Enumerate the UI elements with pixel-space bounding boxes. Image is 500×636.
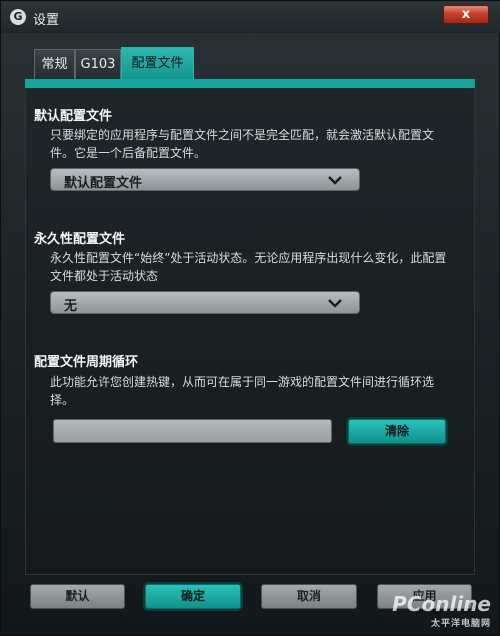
default-profile-title: 默认配置文件 [34,109,113,124]
persistent-profile-description: 永久性配置文件“始终”处于活动状态。无论应用程序出现什么变化，此配置文件都处于活… [50,251,447,283]
chevron-down-icon [328,299,342,308]
profile-cycle-description: 此功能允许您创建热键，从而可在属于同一游戏的配置文件间进行循环选择。 [50,375,435,407]
default-button[interactable]: 默认 [30,584,125,609]
watermark-subtitle: 太平洋电脑网 [430,619,491,629]
persistent-profile-title: 永久性配置文件 [34,232,126,247]
settings-window: G 设置 x 常规 G103 配置文件 默认配置文件 只要绑定的应用程序与配置文… [0,0,500,636]
close-button[interactable]: x [443,5,489,24]
ok-button[interactable]: 确定 [145,584,241,609]
profile-cycle-title: 配置文件周期循环 [34,355,139,370]
default-profile-selected: 默认配置文件 [64,176,143,191]
pconline-watermark: PConline 太平洋电脑网 [392,592,491,629]
logitech-logo-icon: G [10,9,26,25]
window-title: 设置 [33,13,60,28]
tab-profiles[interactable]: 配置文件 [121,47,194,79]
watermark-logo: PConline [392,592,491,616]
tab-accent-bar [25,79,475,88]
persistent-profile-dropdown[interactable]: 无 [50,291,360,314]
chevron-down-icon [328,176,342,185]
default-profile-dropdown[interactable]: 默认配置文件 [50,168,360,191]
tab-general[interactable]: 常规 [34,49,75,79]
clear-button[interactable]: 清除 [348,419,446,444]
tab-g103[interactable]: G103 [75,49,121,79]
cancel-button[interactable]: 取消 [261,584,357,609]
persistent-profile-selected: 无 [64,299,78,314]
hotkey-input[interactable] [53,419,332,443]
title-bar: G 设置 x [1,1,500,33]
default-profile-description: 只要绑定的应用程序与配置文件之间不是完全匹配，就会激活默认配置文件。它是一个后备… [50,128,435,160]
